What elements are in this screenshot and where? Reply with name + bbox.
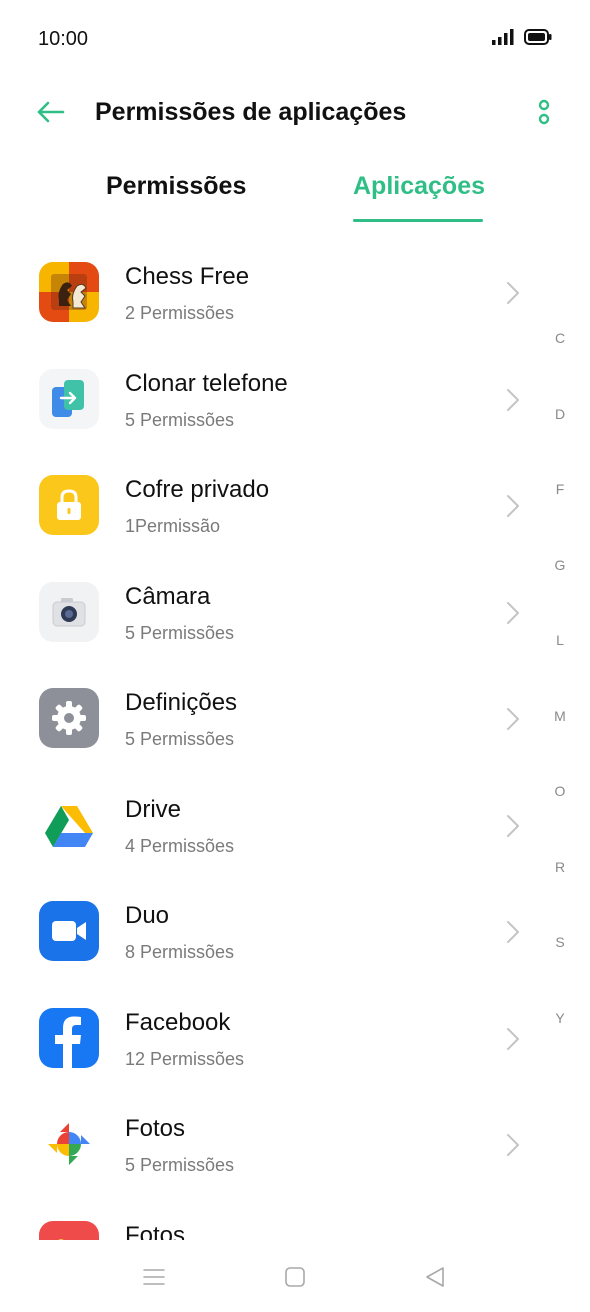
app-name: Chess Free <box>125 263 250 290</box>
back-nav-button[interactable] <box>415 1260 455 1294</box>
chevron-right-icon <box>507 921 519 943</box>
list-item-definicoes[interactable]: Definições 5 Permissões <box>0 662 540 769</box>
duo-video-icon <box>39 901 99 961</box>
menu-lines-icon <box>143 1269 165 1285</box>
list-item-fotos[interactable]: Fotos 5 Permissões <box>0 1088 540 1195</box>
home-square-icon <box>285 1267 305 1287</box>
permission-count: 5 Permissões <box>125 622 235 643</box>
more-vertical-icon <box>538 99 550 125</box>
status-bar: 10:00 <box>0 0 590 78</box>
permission-count: 1Permissão <box>125 516 221 536</box>
list-item-duo[interactable]: Duo 8 Permissões <box>0 875 540 982</box>
list-item-chess-free[interactable]: Chess Free 2 Permissões <box>0 236 540 343</box>
index-letter-y[interactable]: Y <box>545 1010 575 1026</box>
app-name: Clonar telefone <box>125 369 288 397</box>
app-bar: Permissões de aplicações <box>0 78 590 146</box>
chevron-right-icon <box>507 495 519 517</box>
app-name: Facebook <box>125 1008 231 1036</box>
app-name: Cofre privado <box>125 476 270 503</box>
tab-permissions[interactable]: Permissões <box>106 172 246 201</box>
index-letter-r[interactable]: R <box>545 859 575 875</box>
index-letter-g[interactable]: G <box>545 557 575 573</box>
app-name: Duo <box>125 902 170 929</box>
list-item-fotos-gallery[interactable]: Fotos <box>0 1195 540 1241</box>
facebook-icon <box>39 1007 99 1068</box>
chevron-right-icon <box>507 1027 519 1050</box>
clone-phone-icon <box>39 368 99 429</box>
chevron-right-icon <box>507 708 519 730</box>
index-letter-c[interactable]: C <box>545 330 575 346</box>
tab-applications[interactable]: Aplicações <box>353 172 485 201</box>
chevron-right-icon <box>507 1134 519 1156</box>
page-title: Permissões de aplicações <box>95 98 407 126</box>
chevron-right-icon <box>507 814 519 837</box>
active-tab-indicator <box>353 219 483 222</box>
alphabet-index[interactable]: C D F G L M O R S Y <box>545 330 575 1050</box>
list-item-cofre-privado[interactable]: Cofre privado 1Permissão <box>0 449 540 556</box>
chess-free-icon <box>39 262 99 322</box>
system-navigation-bar <box>0 1240 590 1312</box>
settings-gear-icon <box>39 688 99 748</box>
tab-bar: Permissões Aplicações <box>0 160 590 226</box>
chevron-right-icon <box>507 282 519 304</box>
back-arrow-icon <box>37 101 65 123</box>
index-letter-o[interactable]: O <box>545 783 575 799</box>
app-name: Câmara <box>125 582 211 610</box>
permission-count: 2 Permissões <box>125 303 235 323</box>
back-triangle-icon <box>426 1267 444 1287</box>
index-letter-m[interactable]: M <box>545 708 575 724</box>
app-name: Fotos <box>125 1115 186 1142</box>
signal-icon <box>492 29 514 45</box>
gallery-icon <box>39 1220 99 1240</box>
app-name: Fotos <box>125 1221 186 1241</box>
home-button[interactable] <box>275 1260 315 1294</box>
app-name: Definições <box>125 689 238 716</box>
permission-count: 5 Permissões <box>125 1155 235 1175</box>
lock-icon <box>39 475 99 535</box>
list-item-drive[interactable]: Drive 4 Permissões <box>0 769 540 876</box>
app-name: Drive <box>125 795 182 823</box>
recent-apps-button[interactable] <box>134 1260 174 1294</box>
status-time: 10:00 <box>38 28 89 50</box>
permission-count: 5 Permissões <box>125 409 235 430</box>
chevron-right-icon <box>507 388 519 411</box>
battery-icon <box>524 29 552 45</box>
permission-count: 8 Permissões <box>125 942 235 962</box>
index-letter-l[interactable]: L <box>545 632 575 648</box>
list-item-camara[interactable]: Câmara 5 Permissões <box>0 556 540 663</box>
permission-count: 4 Permissões <box>125 835 235 856</box>
status-icons <box>492 29 552 45</box>
more-options-button[interactable] <box>526 92 562 132</box>
camera-icon <box>39 581 99 642</box>
list-item-clonar-telefone[interactable]: Clonar telefone 5 Permissões <box>0 343 540 450</box>
back-button[interactable] <box>28 92 72 132</box>
google-photos-icon <box>39 1114 99 1174</box>
index-letter-d[interactable]: D <box>545 406 575 422</box>
list-item-facebook[interactable]: Facebook 12 Permissões <box>0 982 540 1089</box>
index-letter-s[interactable]: S <box>545 934 575 950</box>
google-drive-icon <box>39 795 99 855</box>
permission-count: 12 Permissões <box>125 1048 245 1069</box>
app-list[interactable]: Chess Free 2 Permissões Clonar telefone … <box>0 236 540 1240</box>
permission-count: 5 Permissões <box>125 729 235 749</box>
chevron-right-icon <box>507 601 519 624</box>
index-letter-f[interactable]: F <box>545 481 575 497</box>
